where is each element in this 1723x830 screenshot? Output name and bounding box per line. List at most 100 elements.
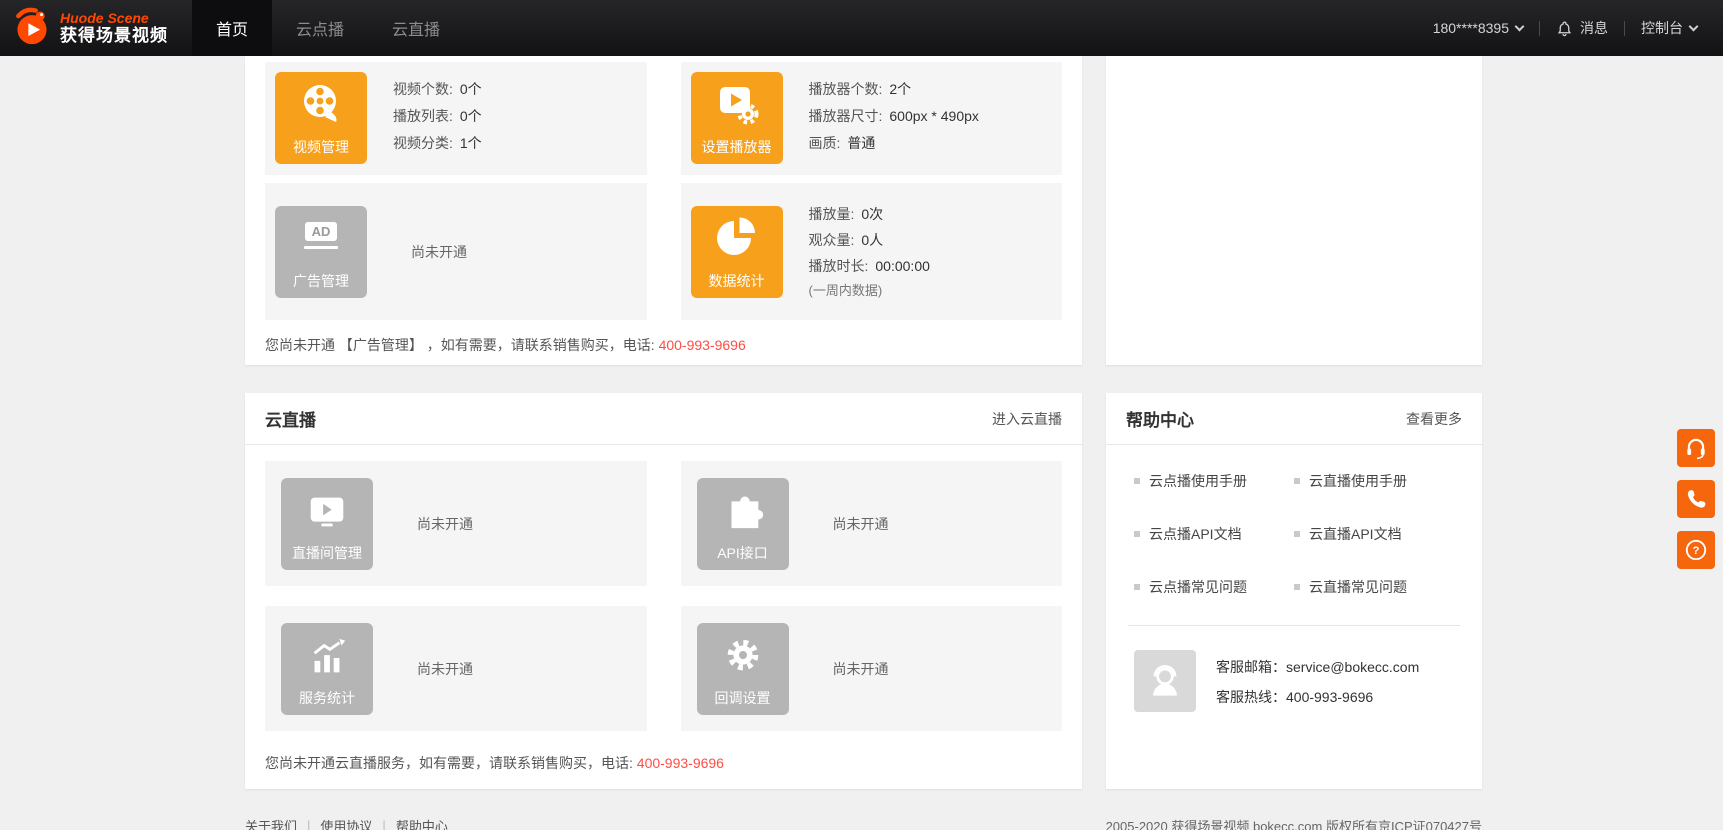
help-link-vod-manual[interactable]: 云点播使用手册: [1134, 471, 1294, 491]
stat-label: 画质:: [809, 135, 841, 151]
brand[interactable]: Huode Scene 获得场景视频: [0, 0, 182, 56]
console-label: 控制台: [1641, 18, 1683, 38]
stat-label: 视频个数:: [393, 81, 453, 97]
stat-value: 0次: [861, 206, 883, 222]
help-link-label: 云点播常见问题: [1149, 577, 1247, 597]
help-link-live-faq[interactable]: 云直播常见问题: [1294, 577, 1454, 597]
help-link-vod-api-doc[interactable]: 云点播API文档: [1134, 524, 1294, 544]
status-not-opened: 尚未开通: [417, 659, 473, 679]
service-hotline: 400-993-9696: [1286, 689, 1373, 705]
nav-tabs: 首页 云点播 云直播: [192, 0, 464, 56]
copyright-text: 2005-2020 获得场景视频 bokecc.com 版权所有京ICP证070…: [1106, 816, 1482, 830]
messages-label: 消息: [1580, 18, 1608, 38]
stat-value: 普通: [847, 135, 875, 151]
bullet-icon: [1294, 584, 1300, 590]
customer-service-avatar: [1134, 650, 1196, 712]
tile-callback-settings[interactable]: 回调设置: [697, 623, 789, 715]
help-link-label: 云直播使用手册: [1309, 471, 1407, 491]
messages-button[interactable]: 消息: [1556, 18, 1608, 38]
live-panel-service-stats: 服务统计 尚未开通: [265, 606, 647, 731]
tile-video-management[interactable]: 视频管理: [275, 72, 367, 164]
stat-value: 2个: [889, 81, 911, 97]
player-stats: 播放器个数:2个 播放器尺寸:600px * 490px 画质:普通: [809, 72, 979, 157]
side-column: 帮助中心 查看更多 云点播使用手册 云直播使用手册 云点播API文档 云直播AP…: [1106, 56, 1482, 789]
main-column: 视频管理 视频个数:0个 播放列表:0个 视频分类:1个: [245, 56, 1082, 789]
person-headset-icon: [1143, 659, 1187, 703]
enter-live-link[interactable]: 进入云直播: [992, 409, 1062, 429]
notice-text: 您尚未开通 【广告管理】 ，如有需要，请联系销售购买，电话:: [265, 337, 659, 353]
bell-icon: [1556, 20, 1573, 37]
footer-link-about[interactable]: 关于我们: [245, 816, 297, 830]
footer: 关于我们 | 使用协议 | 帮助中心 2005-2020 获得场景视频 boke…: [245, 816, 1482, 830]
vod-notice: 您尚未开通 【广告管理】 ，如有需要，请联系销售购买，电话: 400-993-9…: [265, 335, 1062, 355]
nav-tab-home[interactable]: 首页: [192, 0, 272, 56]
stats-period-note: (一周内数据): [809, 279, 930, 303]
footer-link-help[interactable]: 帮助中心: [396, 816, 448, 830]
svg-text:?: ?: [1693, 545, 1700, 557]
tile-api[interactable]: API接口: [697, 478, 789, 570]
account-number: 180****8395: [1433, 20, 1509, 36]
phone-icon: [1684, 487, 1708, 511]
footer-link-agreement[interactable]: 使用协议: [320, 816, 372, 830]
chevron-down-icon: [1515, 21, 1525, 31]
stat-label: 播放列表:: [393, 108, 453, 124]
live-notice: 您尚未开通云直播服务，如有需要，请联系销售购买，电话: 400-993-9696: [265, 753, 1062, 773]
stat-value: 0个: [460, 81, 482, 97]
bullet-icon: [1134, 478, 1140, 484]
live-panel-api: API接口 尚未开通: [681, 461, 1063, 586]
stat-value: 1个: [460, 135, 482, 151]
live-room-icon: [281, 490, 373, 536]
help-link-label: 云点播API文档: [1149, 524, 1242, 544]
tile-live-room-management[interactable]: 直播间管理: [281, 478, 373, 570]
tile-label: API接口: [717, 543, 768, 563]
nav-tab-live[interactable]: 云直播: [368, 0, 464, 56]
status-not-opened: 尚未开通: [833, 514, 889, 534]
help-link-live-manual[interactable]: 云直播使用手册: [1294, 471, 1454, 491]
account-dropdown[interactable]: 180****8395: [1433, 20, 1523, 36]
divider: |: [307, 818, 310, 830]
tile-label: 服务统计: [299, 688, 355, 708]
chevron-down-icon: [1689, 21, 1699, 31]
service-email: service@bokecc.com: [1286, 659, 1419, 675]
gear-icon: [697, 633, 789, 679]
divider: |: [382, 818, 385, 830]
vod-panel-player-settings: 设置播放器 播放器个数:2个 播放器尺寸:600px * 490px 画质:普通: [681, 62, 1063, 175]
divider: [1624, 21, 1625, 36]
status-not-opened: 尚未开通: [833, 659, 889, 679]
help-link-vod-faq[interactable]: 云点播常见问题: [1134, 577, 1294, 597]
help-button[interactable]: ?: [1677, 531, 1715, 569]
help-link-live-api-doc[interactable]: 云直播API文档: [1294, 524, 1454, 544]
help-links: 云点播使用手册 云直播使用手册 云点播API文档 云直播API文档 云点播常见问…: [1106, 445, 1482, 597]
brand-name-cn: 获得场景视频: [60, 26, 168, 46]
service-hotline-label: 客服热线：: [1216, 689, 1286, 705]
divider: [1539, 21, 1540, 36]
player-settings-icon: [691, 80, 783, 128]
tile-label: 回调设置: [715, 688, 771, 708]
live-panel-callback-settings: 回调设置 尚未开通: [681, 606, 1063, 731]
tile-player-settings[interactable]: 设置播放器: [691, 72, 783, 164]
nav-tab-vod[interactable]: 云点播: [272, 0, 368, 56]
sales-phone: 400-993-9696: [637, 755, 724, 771]
stat-value: 00:00:00: [875, 258, 930, 274]
tile-data-stats[interactable]: 数据统计: [691, 206, 783, 298]
phone-button[interactable]: [1677, 480, 1715, 518]
view-more-link[interactable]: 查看更多: [1406, 409, 1462, 429]
nav-right: 180****8395 消息 控制台: [1433, 0, 1723, 56]
tile-ad-management[interactable]: AD 广告管理: [275, 206, 367, 298]
question-icon: ?: [1683, 537, 1709, 563]
bullet-icon: [1294, 478, 1300, 484]
tile-service-stats[interactable]: 服务统计: [281, 623, 373, 715]
customer-service-button[interactable]: [1677, 429, 1715, 467]
help-card-title: 帮助中心: [1126, 406, 1194, 431]
console-dropdown[interactable]: 控制台: [1641, 18, 1697, 38]
vod-panel-ad-management: AD 广告管理 尚未开通: [265, 183, 647, 320]
tile-label: 设置播放器: [702, 137, 772, 157]
video-stats: 视频个数:0个 播放列表:0个 视频分类:1个: [393, 72, 482, 157]
ad-icon: AD: [275, 222, 367, 249]
stat-label: 播放器个数:: [809, 81, 883, 97]
service-email-label: 客服邮箱：: [1216, 659, 1286, 675]
floating-buttons: ?: [1677, 429, 1715, 569]
bullet-icon: [1134, 584, 1140, 590]
stat-label: 视频分类:: [393, 135, 453, 151]
help-link-label: 云直播常见问题: [1309, 577, 1407, 597]
